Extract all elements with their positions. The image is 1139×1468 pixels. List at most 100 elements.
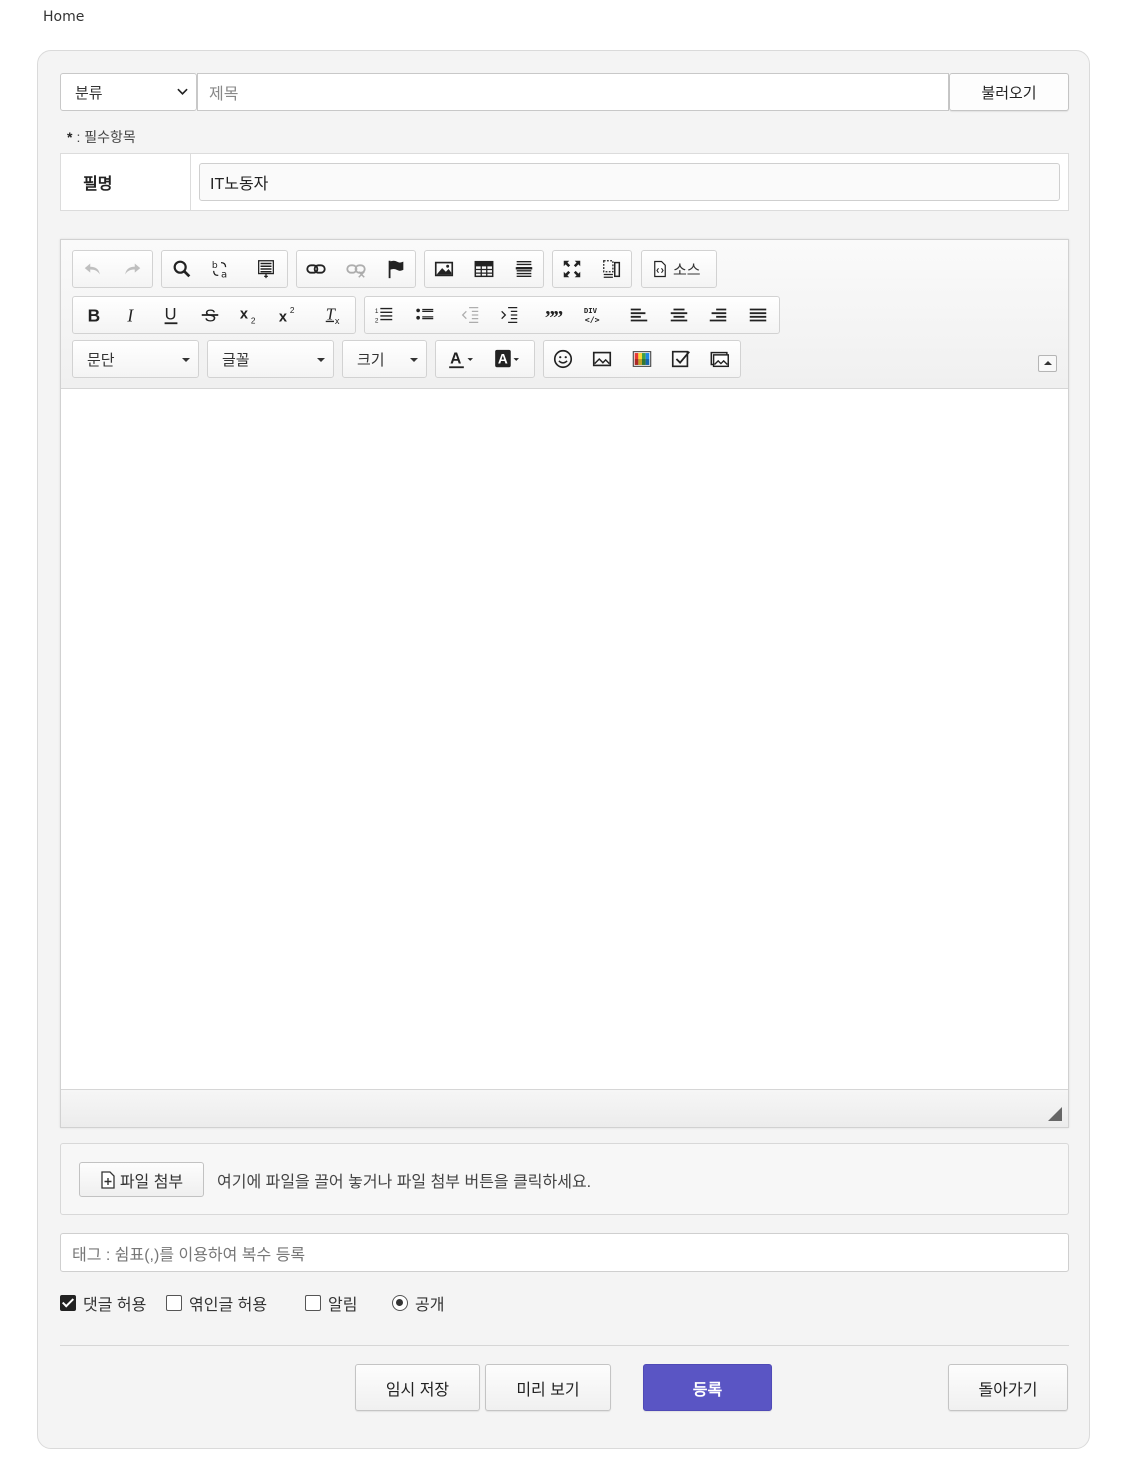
blockquote-icon[interactable]: ”” (538, 301, 570, 329)
numbered-list-icon[interactable]: 12 (368, 301, 400, 329)
anchor-icon[interactable] (380, 255, 412, 283)
unlink-icon[interactable] (340, 255, 372, 283)
outdent-icon[interactable] (454, 301, 486, 329)
svg-text:b: b (212, 260, 218, 271)
public-label: 공개 (415, 1297, 445, 1314)
div-icon[interactable]: DIV </> (577, 301, 609, 329)
chevron-down-icon (177, 88, 188, 95)
nickname-input[interactable]: IT노동자 (199, 163, 1060, 201)
caret-down-icon (317, 358, 325, 362)
attach-file-label: 파일 첨부 (119, 1173, 184, 1191)
svg-text:U: U (165, 306, 177, 324)
format-combo-label: 문단 (87, 351, 115, 369)
resize-grip-icon[interactable] (1048, 1107, 1062, 1121)
image-upload-icon[interactable] (586, 345, 618, 373)
source-button[interactable]: 소스 (641, 250, 717, 288)
size-combo[interactable]: 크기 (342, 340, 427, 378)
allow-trackback-option[interactable]: 엮인글 허용 (166, 1291, 267, 1315)
remove-format-icon[interactable]: Tx (318, 301, 350, 329)
select-all-icon[interactable] (250, 255, 282, 283)
caret-down-icon (410, 358, 418, 362)
title-input[interactable]: 제목 (197, 73, 949, 111)
toolbar-group-insert (424, 250, 544, 288)
toolbar-collapse-button[interactable] (1038, 355, 1057, 372)
required-note-text: : 필수항목 (76, 129, 136, 145)
allow-comments-option[interactable]: 댓글 허용 (60, 1291, 146, 1315)
superscript-icon[interactable]: x2 (272, 301, 304, 329)
breadcrumb-home[interactable]: Home (43, 9, 84, 25)
show-blocks-icon[interactable] (596, 255, 628, 283)
toolbar-group-paragraph: 12 ”” DIV </> (364, 296, 780, 334)
svg-text:”: ” (553, 307, 563, 326)
nickname-label: 필명 (61, 154, 191, 210)
allow-comments-checkbox[interactable] (60, 1295, 76, 1311)
file-add-icon (101, 1170, 115, 1189)
undo-icon[interactable] (77, 255, 109, 283)
bulleted-list-icon[interactable] (409, 301, 441, 329)
required-star: * (67, 129, 73, 145)
redo-icon[interactable] (116, 255, 148, 283)
source-icon (654, 260, 666, 278)
italic-icon[interactable]: I (116, 301, 148, 329)
link-icon[interactable] (300, 255, 332, 283)
align-left-icon[interactable] (623, 301, 655, 329)
replace-icon[interactable]: ba (205, 255, 237, 283)
bold-icon[interactable]: B (78, 301, 110, 329)
notify-checkbox[interactable] (305, 1295, 321, 1311)
svg-text:A: A (450, 351, 461, 368)
svg-text:B: B (88, 305, 101, 325)
font-combo[interactable]: 글꼴 (207, 340, 334, 378)
background-color-icon[interactable]: A (488, 345, 528, 373)
nickname-row: 필명 IT노동자 (60, 153, 1069, 211)
toolbar-group-links (296, 250, 416, 288)
public-radio[interactable] (392, 1295, 408, 1311)
find-icon[interactable] (166, 255, 198, 283)
align-justify-icon[interactable] (742, 301, 774, 329)
svg-text:x: x (335, 316, 340, 326)
actions-divider (60, 1345, 1069, 1346)
file-drop-zone[interactable]: 파일 첨부 여기에 파일을 끌어 놓거나 파일 첨부 버튼을 클릭하세요. (60, 1143, 1069, 1215)
public-option[interactable]: 공개 (392, 1291, 444, 1315)
tag-input[interactable]: 태그 : 쉼표(,)를 이용하여 복수 등록 (60, 1233, 1069, 1272)
image-icon[interactable] (428, 255, 460, 283)
format-combo[interactable]: 문단 (72, 340, 199, 378)
color-grid-icon[interactable] (626, 345, 658, 373)
svg-text:</>: </> (585, 314, 600, 324)
notify-option[interactable]: 알림 (305, 1291, 357, 1315)
svg-text:a: a (221, 269, 227, 280)
temp-save-button[interactable]: 임시 저장 (355, 1364, 480, 1411)
submit-button[interactable]: 등록 (643, 1364, 772, 1411)
table-icon[interactable] (468, 255, 500, 283)
svg-text:A: A (498, 352, 508, 367)
text-color-icon[interactable]: A (442, 345, 482, 373)
allow-comments-label: 댓글 허용 (83, 1297, 147, 1314)
strike-icon[interactable]: S (194, 301, 226, 329)
allow-trackback-checkbox[interactable] (166, 1295, 182, 1311)
svg-text:2: 2 (290, 306, 295, 315)
back-button[interactable]: 돌아가기 (948, 1364, 1068, 1411)
indent-icon[interactable] (493, 301, 525, 329)
preview-button[interactable]: 미리 보기 (485, 1364, 611, 1411)
editor-content-area[interactable] (61, 389, 1068, 1089)
load-button[interactable]: 불러오기 (949, 73, 1069, 111)
emoji-icon[interactable] (547, 345, 579, 373)
svg-text:x: x (279, 309, 288, 325)
align-right-icon[interactable] (702, 301, 734, 329)
editor-toolbar: ba 소스 B I U S x 2 x 2 T x 1 2 ” ” DIV </… (61, 240, 1068, 389)
editor-status-bar (61, 1089, 1068, 1127)
attach-hint: 여기에 파일을 끌어 놓거나 파일 첨부 버튼을 클릭하세요. (217, 1174, 592, 1191)
font-combo-label: 글꼴 (222, 351, 250, 369)
horizontal-rule-icon[interactable] (508, 255, 540, 283)
svg-text:1: 1 (375, 308, 379, 315)
subscript-icon[interactable]: x2 (233, 301, 265, 329)
maximize-icon[interactable] (556, 255, 588, 283)
write-form-panel: 분류 제목 불러오기 *: 필수항목 필명 IT노동자 ba 소스 B I U … (37, 50, 1090, 1449)
align-center-icon[interactable] (663, 301, 695, 329)
checkbox-icon[interactable] (665, 345, 697, 373)
image-gallery-icon[interactable] (704, 345, 736, 373)
underline-icon[interactable]: U (155, 301, 187, 329)
notify-label: 알림 (328, 1297, 358, 1314)
attach-file-button[interactable]: 파일 첨부 (79, 1162, 204, 1197)
svg-text:2: 2 (375, 317, 379, 324)
category-select[interactable]: 분류 (60, 73, 197, 111)
